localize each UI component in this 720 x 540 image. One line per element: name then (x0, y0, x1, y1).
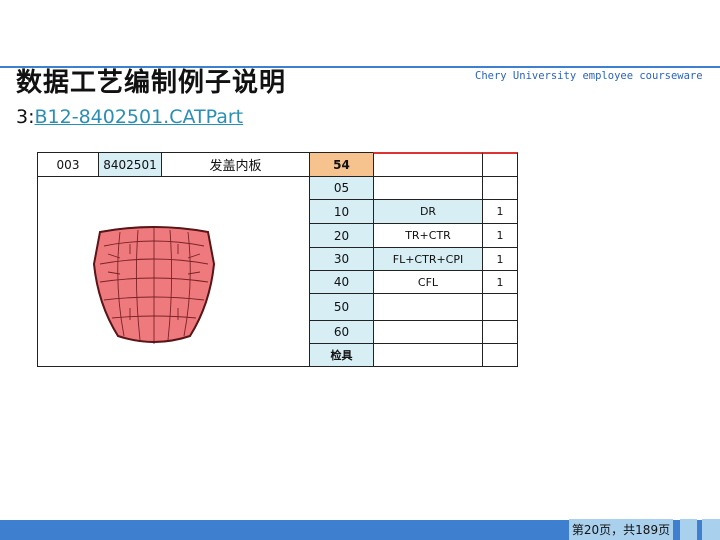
process-cell (373, 320, 483, 344)
process-cell (373, 293, 483, 321)
qty-cell: 1 (482, 223, 518, 248)
qty-cell (482, 320, 518, 344)
process-cell: TR+CTR (373, 223, 483, 248)
hood-inner-panel-image (92, 226, 216, 344)
catpart-link[interactable]: B12-8402501.CATPart (35, 106, 244, 128)
page-title: 数据工艺编制例子说明 (16, 68, 287, 98)
qty-cell (482, 343, 518, 367)
qty-cell: 1 (482, 247, 518, 271)
page-indicator: 第20页，共189页 (569, 519, 673, 540)
part-name-cell: 发盖内板 (161, 152, 310, 177)
process-cell: FL+CTR+CPI (373, 247, 483, 271)
op-number: 检具 (309, 343, 374, 367)
process-cell (373, 343, 483, 367)
op-54-qty-cell (482, 152, 518, 177)
sheet-code-cell: 003 (37, 152, 99, 177)
op-54-cell: 54 (309, 152, 374, 177)
table-row: 50 (309, 293, 518, 321)
table-row: 检具 (309, 343, 518, 367)
op-number: 60 (309, 320, 374, 344)
subtitle-prefix: 3: (16, 106, 35, 128)
part-number-cell: 8402501 (98, 152, 162, 177)
table-row: 40 CFL 1 (309, 270, 518, 294)
table-row: 30 FL+CTR+CPI 1 (309, 247, 518, 271)
op-number: 50 (309, 293, 374, 321)
subtitle: 3:B12-8402501.CATPart (16, 106, 243, 128)
operation-grid: 05 10 DR 1 20 TR+CTR 1 30 FL+CTR+CPI 1 4… (309, 176, 518, 367)
op-number: 30 (309, 247, 374, 271)
process-cell (373, 176, 483, 200)
process-cell: CFL (373, 270, 483, 294)
qty-cell (482, 293, 518, 321)
table-row: 20 TR+CTR 1 (309, 223, 518, 248)
op-54-process-cell (373, 152, 483, 177)
table-row: 05 (309, 176, 518, 200)
op-number: 05 (309, 176, 374, 200)
table-row: 60 (309, 320, 518, 344)
table-row: 10 DR 1 (309, 199, 518, 224)
brand-text: Chery University employee courseware (475, 70, 703, 82)
qty-cell (482, 176, 518, 200)
part-image-area (37, 176, 310, 367)
qty-cell: 1 (482, 199, 518, 224)
footer-nav-block[interactable] (680, 519, 697, 540)
op-number: 20 (309, 223, 374, 248)
footer-nav-block[interactable] (702, 519, 720, 540)
op-number: 10 (309, 199, 374, 224)
op-number: 40 (309, 270, 374, 294)
qty-cell: 1 (482, 270, 518, 294)
process-cell: DR (373, 199, 483, 224)
process-sheet: 003 8402501 发盖内板 54 05 10 DR 1 20 TR+CTR… (37, 152, 518, 367)
